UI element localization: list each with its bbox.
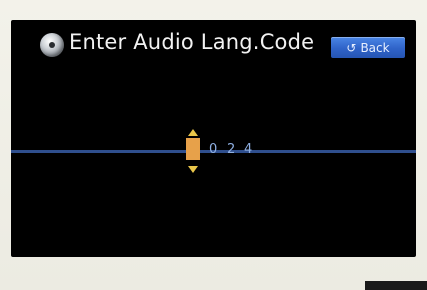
up-arrow-icon[interactable] (188, 129, 198, 136)
code-digit-3: 4 (244, 142, 253, 157)
code-digit-1: 0 (209, 142, 218, 157)
language-code-entry: 0 2 4 (181, 129, 301, 173)
back-button[interactable]: ↺ Back (331, 37, 405, 58)
photo-frame: Enter Audio Lang.Code ↺ Back 0 2 4 (0, 0, 427, 290)
disc-icon (40, 33, 64, 57)
code-digit-2: 2 (227, 142, 236, 157)
down-arrow-icon[interactable] (188, 166, 198, 173)
return-arrow-icon: ↺ (346, 40, 357, 55)
display-screen: Enter Audio Lang.Code ↺ Back 0 2 4 (11, 20, 416, 257)
selected-character-cell[interactable] (186, 138, 200, 160)
back-button-label: Back (360, 40, 390, 55)
page-title: Enter Audio Lang.Code (69, 30, 315, 54)
corner-mark (365, 281, 427, 290)
cursor-column (186, 129, 200, 173)
